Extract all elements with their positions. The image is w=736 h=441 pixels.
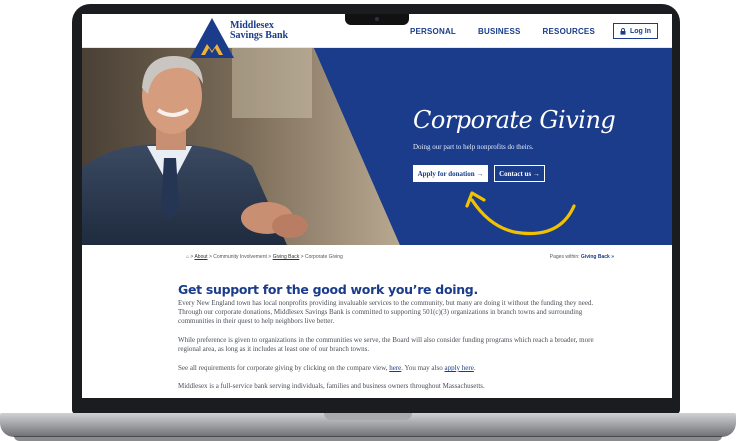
pages-within: Pages within: Giving Back » [550, 254, 614, 260]
apply-for-donation-button[interactable]: Apply for donation → [413, 165, 488, 182]
laptop-screen: Middlesex Savings Bank PERSONAL BUSINESS… [82, 14, 672, 398]
hero-title: Corporate Giving [413, 106, 616, 134]
curved-arrow-annotation [465, 191, 576, 236]
hero-banner: Corporate Giving Doing our part to help … [82, 48, 672, 245]
bank-logo-icon [201, 44, 223, 55]
lock-icon [620, 27, 626, 35]
breadcrumb-community[interactable]: Community Involvement [213, 254, 267, 260]
contact-us-button[interactable]: Contact us → [494, 165, 545, 182]
requirements-paragraph: See all requirements for corporate givin… [178, 364, 618, 373]
laptop-base-shadow [14, 436, 722, 441]
intro-paragraph: Every New England town has local nonprof… [178, 299, 594, 325]
logo-line-2: Savings Bank [230, 30, 289, 41]
nav-business[interactable]: BUSINESS [478, 27, 521, 36]
preference-paragraph: While preference is given to organizatio… [178, 336, 594, 353]
breadcrumb-separator: > [190, 254, 194, 260]
breadcrumb-separator: > [300, 254, 304, 260]
breadcrumb-separator: > [208, 254, 212, 260]
breadcrumb: ⌂ > About > Community Involvement > Givi… [186, 254, 343, 260]
camera-icon [375, 17, 379, 21]
requirements-text-middle: . You may also [401, 364, 445, 372]
pages-within-link[interactable]: Giving Back » [581, 254, 614, 260]
laptop-base-notch [324, 413, 412, 420]
pages-within-label: Pages within: [549, 254, 580, 260]
section-heading: Get support for the good work you’re doi… [178, 282, 478, 297]
here-link[interactable]: here [389, 364, 401, 372]
home-icon[interactable]: ⌂ [186, 254, 189, 260]
breadcrumb-separator: > [268, 254, 272, 260]
hero-subtitle: Doing our part to help nonprofits do the… [413, 143, 534, 151]
breadcrumb-current: Corporate Giving [304, 254, 343, 260]
about-bank-paragraph: Middlesex is a full-service bank serving… [178, 382, 485, 390]
laptop-mockup: Middlesex Savings Bank PERSONAL BUSINESS… [0, 0, 736, 441]
nav-resources[interactable]: RESOURCES [543, 27, 595, 36]
bank-logo-text[interactable]: Middlesex Savings Bank [230, 21, 288, 41]
login-label: Log In [630, 27, 651, 35]
breadcrumb-giving-back[interactable]: Giving Back [273, 254, 300, 260]
apply-here-link[interactable]: apply here [444, 364, 473, 372]
login-button[interactable]: Log In [613, 23, 658, 39]
requirements-text-end: . [473, 364, 476, 372]
requirements-text: See all requirements for corporate givin… [178, 364, 390, 372]
main-nav: PERSONAL BUSINESS RESOURCES Log In [388, 23, 658, 39]
breadcrumb-about[interactable]: About [194, 254, 207, 260]
nav-personal[interactable]: PERSONAL [410, 27, 456, 36]
